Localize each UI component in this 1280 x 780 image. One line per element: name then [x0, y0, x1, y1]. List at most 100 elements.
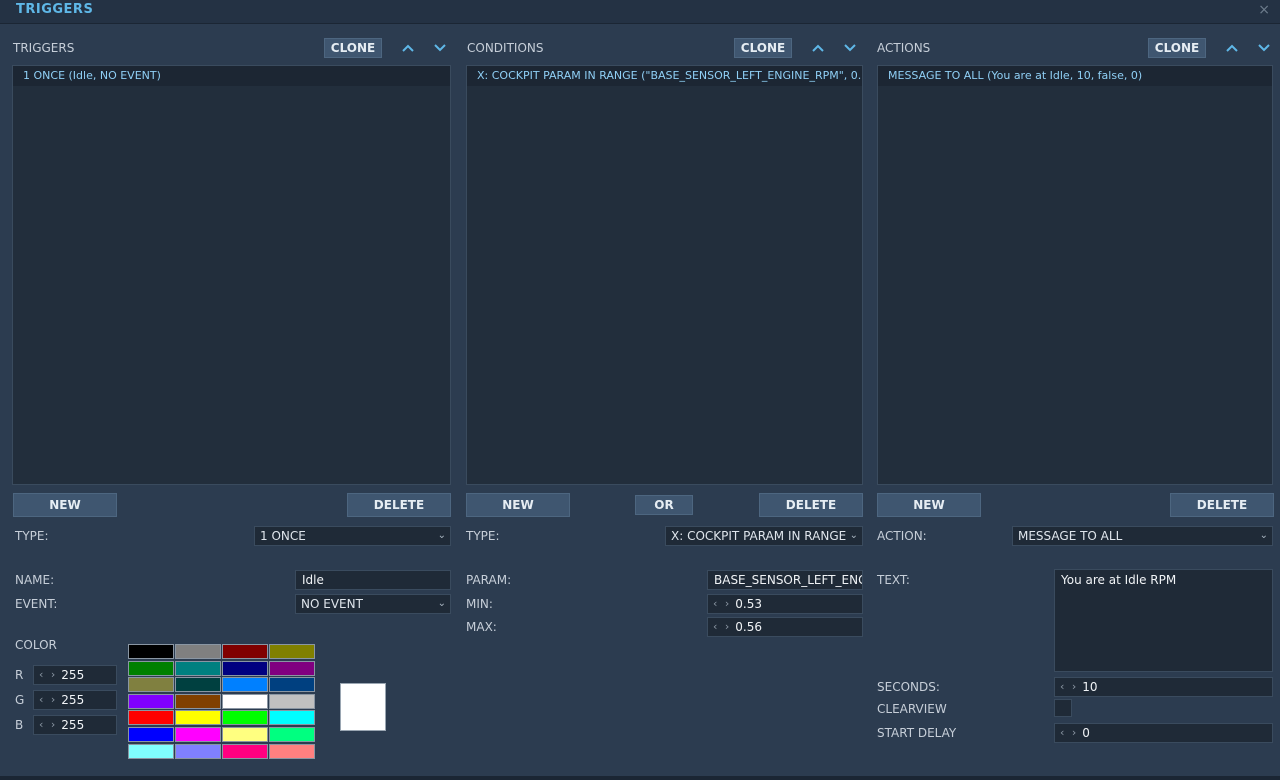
- action-start-delay-spinner[interactable]: ‹ › 0: [1054, 723, 1273, 743]
- spinner-arrows-icon[interactable]: ‹ ›: [34, 666, 61, 684]
- color-swatch[interactable]: [222, 743, 268, 759]
- color-swatch[interactable]: [128, 710, 174, 726]
- conditions-clone-button[interactable]: CLONE: [734, 38, 792, 58]
- color-swatch[interactable]: [222, 644, 268, 659]
- color-b-label: B: [15, 718, 24, 732]
- triggers-move-up-icon[interactable]: [398, 38, 418, 58]
- bottom-border: [0, 776, 1280, 780]
- color-swatch[interactable]: [269, 710, 315, 726]
- trigger-event-select[interactable]: NO EVENT ⌄: [295, 594, 451, 614]
- color-swatch[interactable]: [222, 693, 268, 709]
- trigger-type-select[interactable]: 1 ONCE ⌄: [254, 526, 451, 546]
- triggers-clone-button[interactable]: CLONE: [324, 38, 382, 58]
- color-swatch[interactable]: [222, 710, 268, 726]
- conditions-or-button[interactable]: OR: [635, 495, 693, 515]
- spinner-arrows-icon[interactable]: ‹ ›: [708, 595, 735, 613]
- window-title: TRIGGERS: [16, 2, 94, 17]
- conditions-list[interactable]: X: COCKPIT PARAM IN RANGE ("BASE_SENSOR_…: [466, 65, 863, 485]
- action-start-delay-value: 0: [1082, 726, 1090, 740]
- color-swatch[interactable]: [269, 727, 315, 742]
- chevron-down-icon: ⌄: [849, 530, 858, 541]
- action-type-select[interactable]: MESSAGE TO ALL ⌄: [1012, 526, 1273, 546]
- color-swatch[interactable]: [175, 727, 221, 742]
- color-swatch[interactable]: [222, 727, 268, 742]
- conditions-delete-button[interactable]: DELETE: [759, 493, 863, 517]
- condition-min-value: 0.53: [735, 597, 763, 611]
- color-swatch[interactable]: [128, 727, 174, 742]
- conditions-list-item[interactable]: X: COCKPIT PARAM IN RANGE ("BASE_SENSOR_…: [467, 66, 862, 86]
- trigger-type-label: TYPE:: [15, 529, 49, 543]
- color-swatch[interactable]: [175, 693, 221, 709]
- spinner-arrows-icon[interactable]: ‹ ›: [708, 618, 735, 636]
- trigger-name-input[interactable]: Idle: [295, 570, 451, 590]
- conditions-move-up-icon[interactable]: [808, 38, 828, 58]
- actions-move-up-icon[interactable]: [1222, 38, 1242, 58]
- color-b-spinner[interactable]: ‹ › 255: [33, 715, 117, 735]
- color-swatch[interactable]: [175, 743, 221, 759]
- color-swatch[interactable]: [222, 677, 268, 693]
- conditions-new-button[interactable]: NEW: [466, 493, 570, 517]
- condition-param-label: PARAM:: [466, 573, 512, 587]
- spinner-arrows-icon[interactable]: ‹ ›: [1055, 678, 1082, 696]
- chevron-down-icon: ⌄: [437, 598, 446, 609]
- color-b-value: 255: [61, 718, 85, 732]
- actions-header: ACTIONS: [877, 41, 931, 55]
- color-swatch[interactable]: [269, 743, 315, 759]
- spinner-arrows-icon[interactable]: ‹ ›: [34, 716, 61, 734]
- action-type-label: ACTION:: [877, 529, 927, 543]
- spinner-arrows-icon[interactable]: ‹ ›: [34, 691, 61, 709]
- color-swatch[interactable]: [128, 693, 174, 709]
- action-type-value: MESSAGE TO ALL: [1018, 529, 1123, 543]
- condition-type-select[interactable]: X: COCKPIT PARAM IN RANGE ⌄: [665, 526, 863, 546]
- triggers-delete-button[interactable]: DELETE: [347, 493, 451, 517]
- color-swatch[interactable]: [128, 660, 174, 676]
- triggers-new-button[interactable]: NEW: [13, 493, 117, 517]
- actions-move-down-icon[interactable]: [1254, 38, 1274, 58]
- color-swatch[interactable]: [222, 660, 268, 676]
- triggers-list-item[interactable]: 1 ONCE (Idle, NO EVENT): [13, 66, 450, 86]
- title-bar: TRIGGERS ×: [0, 0, 1280, 24]
- color-g-spinner[interactable]: ‹ › 255: [33, 690, 117, 710]
- action-seconds-label: SECONDS:: [877, 680, 940, 694]
- color-swatch[interactable]: [175, 644, 221, 659]
- color-swatch[interactable]: [128, 644, 174, 659]
- color-r-label: R: [15, 668, 24, 682]
- spinner-arrows-icon[interactable]: ‹ ›: [1055, 724, 1082, 742]
- actions-clone-button[interactable]: CLONE: [1148, 38, 1206, 58]
- actions-new-button[interactable]: NEW: [877, 493, 981, 517]
- close-icon[interactable]: ×: [1258, 2, 1270, 18]
- condition-min-spinner[interactable]: ‹ › 0.53: [707, 594, 863, 614]
- color-swatch[interactable]: [269, 644, 315, 659]
- color-swatch[interactable]: [269, 677, 315, 693]
- condition-param-input[interactable]: BASE_SENSOR_LEFT_ENGINE_RPM: [707, 570, 863, 590]
- trigger-event-value: NO EVENT: [301, 597, 363, 611]
- triggers-move-down-icon[interactable]: [430, 38, 450, 58]
- actions-list[interactable]: MESSAGE TO ALL (You are at Idle, 10, fal…: [877, 65, 1273, 485]
- color-swatch[interactable]: [269, 660, 315, 676]
- action-clearview-checkbox[interactable]: [1054, 699, 1072, 717]
- conditions-move-down-icon[interactable]: [840, 38, 860, 58]
- color-swatch[interactable]: [175, 677, 221, 693]
- color-label: COLOR: [15, 638, 57, 652]
- trigger-type-value: 1 ONCE: [260, 529, 306, 543]
- color-r-value: 255: [61, 668, 85, 682]
- color-swatch[interactable]: [128, 677, 174, 693]
- color-swatch[interactable]: [128, 743, 174, 759]
- action-seconds-spinner[interactable]: ‹ › 10: [1054, 677, 1273, 697]
- color-g-label: G: [15, 693, 25, 707]
- color-swatch[interactable]: [175, 660, 221, 676]
- color-swatch[interactable]: [175, 710, 221, 726]
- color-r-spinner[interactable]: ‹ › 255: [33, 665, 117, 685]
- condition-max-spinner[interactable]: ‹ › 0.56: [707, 617, 863, 637]
- triggers-header: TRIGGERS: [13, 41, 75, 55]
- actions-delete-button[interactable]: DELETE: [1170, 493, 1274, 517]
- color-swatch[interactable]: [269, 693, 315, 709]
- action-text-label: TEXT:: [877, 573, 910, 587]
- actions-list-item[interactable]: MESSAGE TO ALL (You are at Idle, 10, fal…: [878, 66, 1272, 86]
- triggers-list[interactable]: 1 ONCE (Idle, NO EVENT): [12, 65, 451, 485]
- trigger-name-label: NAME:: [15, 573, 55, 587]
- condition-type-value: X: COCKPIT PARAM IN RANGE: [671, 529, 847, 543]
- action-clearview-label: CLEARVIEW: [877, 702, 947, 716]
- chevron-down-icon: ⌄: [437, 530, 446, 541]
- action-text-area[interactable]: You are at Idle RPM: [1054, 569, 1273, 672]
